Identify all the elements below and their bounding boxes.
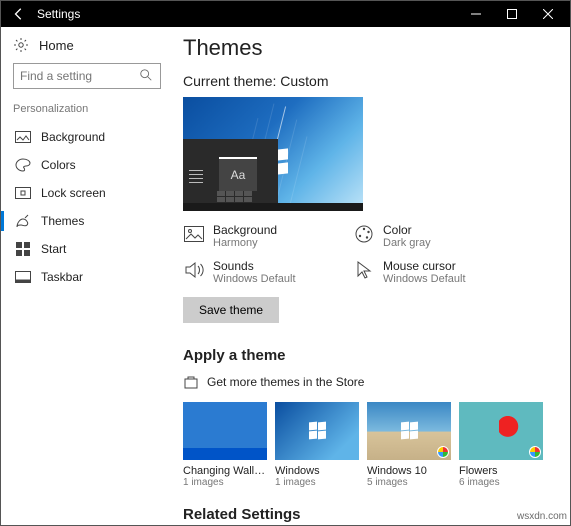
theme-name: Flowers <box>459 465 543 477</box>
sidebar-item-label: Themes <box>41 214 84 228</box>
apply-theme-heading: Apply a theme <box>183 347 554 364</box>
prop-label: Background <box>213 223 277 237</box>
preview-aa-tile: Aa <box>219 157 257 191</box>
theme-name: Windows <box>275 465 359 477</box>
theme-card-windows-10[interactable]: Windows 10 5 images <box>367 402 451 488</box>
prop-label: Color <box>383 223 431 237</box>
sidebar-section-label: Personalization <box>13 103 161 115</box>
theme-thumbnail <box>275 402 359 460</box>
home-label: Home <box>39 38 74 53</box>
image-icon <box>15 131 31 143</box>
multi-image-badge-icon <box>529 446 541 458</box>
save-theme-button[interactable]: Save theme <box>183 297 279 323</box>
minimize-button[interactable] <box>458 1 494 27</box>
themes-icon <box>15 214 31 228</box>
store-link[interactable]: Get more themes in the Store <box>183 374 554 390</box>
sidebar-item-label: Background <box>41 130 105 144</box>
preview-taskbar <box>183 203 363 211</box>
theme-name: Changing Wallpaper <box>183 465 267 477</box>
search-box[interactable] <box>13 63 161 89</box>
theme-thumbnail <box>459 402 543 460</box>
theme-card-flowers[interactable]: Flowers 6 images <box>459 402 543 488</box>
theme-thumbnail <box>367 402 451 460</box>
sidebar-item-start[interactable]: Start <box>13 235 161 263</box>
close-button[interactable] <box>530 1 566 27</box>
sidebar-item-themes[interactable]: Themes <box>13 207 161 235</box>
sidebar-item-label: Start <box>41 242 66 256</box>
start-icon <box>15 242 31 256</box>
preview-start-panel: Aa <box>183 139 278 211</box>
color-icon <box>353 223 375 245</box>
theme-name: Windows 10 <box>367 465 451 477</box>
prop-label: Sounds <box>213 259 296 273</box>
settings-window: Settings Home Personalizatio <box>0 0 571 526</box>
content-area: Themes Current theme: Custom Aa Backgrou… <box>173 27 570 525</box>
lock-screen-icon <box>15 187 31 199</box>
sound-icon <box>183 259 205 281</box>
palette-icon <box>15 158 31 172</box>
sidebar-item-label: Taskbar <box>41 270 83 284</box>
maximize-icon <box>507 9 517 19</box>
titlebar: Settings <box>1 1 570 27</box>
window-body: Home Personalization Background Colors L… <box>1 27 570 525</box>
minimize-icon <box>471 9 481 19</box>
prop-mouse-cursor[interactable]: Mouse cursorWindows Default <box>353 259 523 285</box>
sidebar-item-taskbar[interactable]: Taskbar <box>13 263 161 291</box>
cursor-icon <box>353 259 375 281</box>
theme-subtitle: 5 images <box>367 477 451 488</box>
theme-card-windows[interactable]: Windows 1 images <box>275 402 359 488</box>
store-link-label: Get more themes in the Store <box>207 375 364 389</box>
prop-background[interactable]: BackgroundHarmony <box>183 223 353 249</box>
multi-image-badge-icon <box>437 446 449 458</box>
themes-list: Changing Wallpaper 1 images Windows 1 im… <box>183 402 554 488</box>
sidebar-item-label: Lock screen <box>41 186 106 200</box>
arrow-left-icon <box>12 7 26 21</box>
prop-value: Windows Default <box>213 273 296 285</box>
theme-thumbnail <box>183 402 267 460</box>
prop-sounds[interactable]: SoundsWindows Default <box>183 259 353 285</box>
sidebar-item-lock-screen[interactable]: Lock screen <box>13 179 161 207</box>
theme-subtitle: 6 images <box>459 477 543 488</box>
gear-icon <box>13 37 29 53</box>
prop-label: Mouse cursor <box>383 259 466 273</box>
prop-value: Windows Default <box>383 273 466 285</box>
store-icon <box>183 374 199 390</box>
close-icon <box>543 9 553 19</box>
sidebar-item-background[interactable]: Background <box>13 123 161 151</box>
watermark: wsxdn.com <box>517 511 567 522</box>
theme-subtitle: 1 images <box>275 477 359 488</box>
prop-value: Harmony <box>213 237 277 249</box>
related-settings-heading: Related Settings <box>183 506 554 523</box>
sidebar-item-label: Colors <box>41 158 76 172</box>
prop-color[interactable]: ColorDark gray <box>353 223 523 249</box>
search-icon <box>139 68 153 82</box>
theme-subtitle: 1 images <box>183 477 267 488</box>
maximize-button[interactable] <box>494 1 530 27</box>
window-title: Settings <box>37 7 458 21</box>
sidebar: Home Personalization Background Colors L… <box>1 27 173 525</box>
home-button[interactable]: Home <box>13 37 161 53</box>
back-button[interactable] <box>9 4 29 24</box>
theme-preview[interactable]: Aa <box>183 97 363 211</box>
taskbar-icon <box>15 271 31 283</box>
theme-properties: BackgroundHarmony ColorDark gray SoundsW… <box>183 223 554 285</box>
theme-card-changing-wallpaper[interactable]: Changing Wallpaper 1 images <box>183 402 267 488</box>
sidebar-item-colors[interactable]: Colors <box>13 151 161 179</box>
current-theme-label: Current theme: Custom <box>183 73 554 89</box>
page-title: Themes <box>183 35 554 61</box>
prop-value: Dark gray <box>383 237 431 249</box>
image-icon <box>183 223 205 245</box>
